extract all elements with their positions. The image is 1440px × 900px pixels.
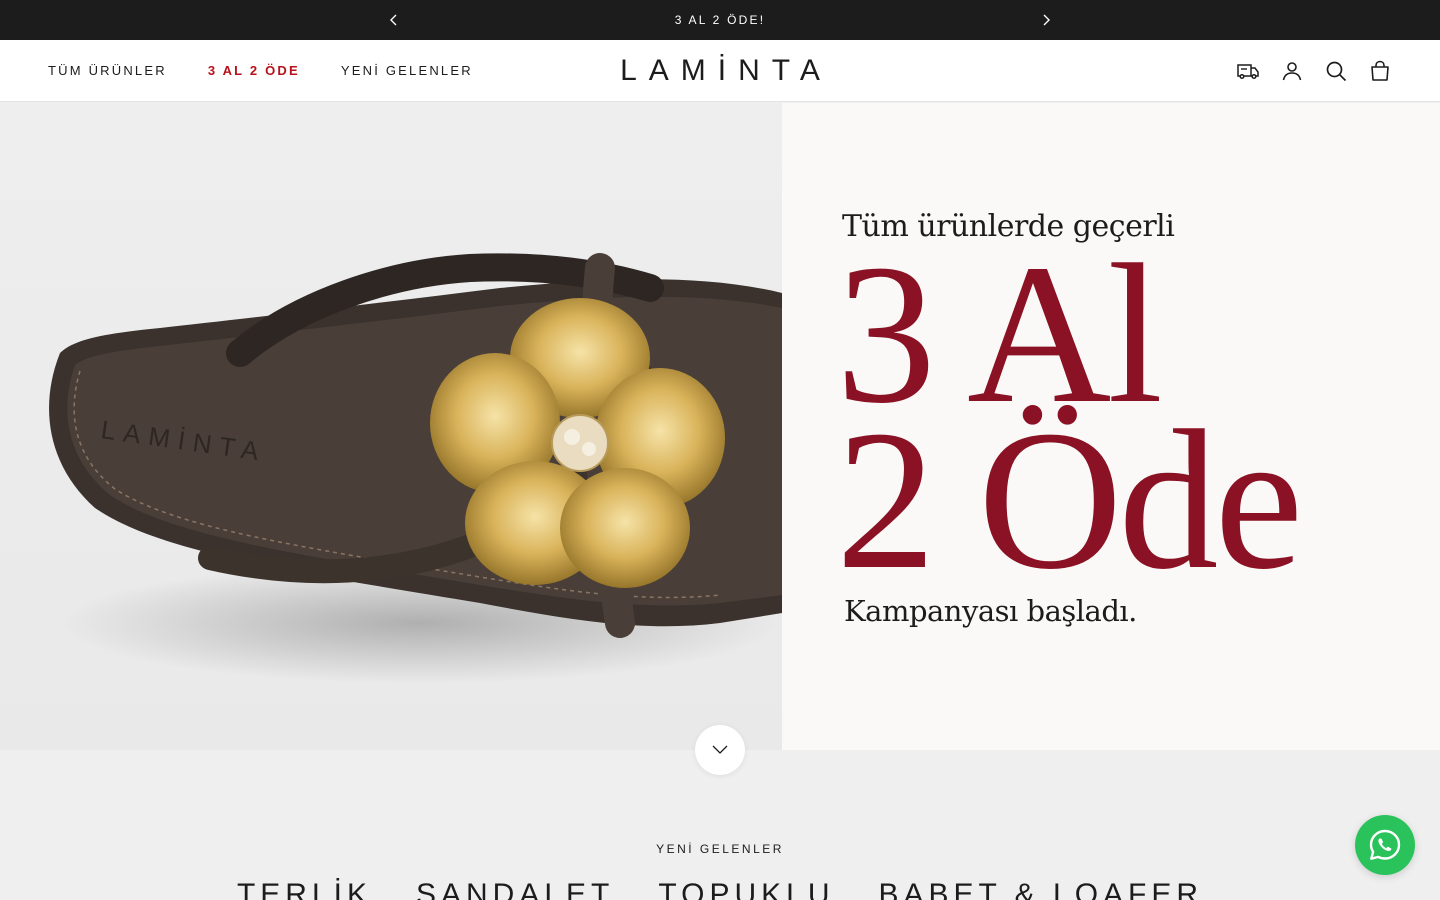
hero-promo-panel: Tüm ürünlerde geçerli 3 Al 2 Öde Kampany… (782, 103, 1440, 750)
new-arrivals-label: YENİ GELENLER (656, 842, 784, 856)
site-logo[interactable]: LAMİNTA (0, 54, 1440, 88)
delivery-truck-icon[interactable] (1236, 59, 1260, 83)
chevron-down-icon (712, 745, 728, 754)
account-icon[interactable] (1280, 59, 1304, 83)
promo-footer: Kampanyası başladı. (844, 594, 1137, 628)
hero-product-image: LAMİNTA (0, 103, 782, 750)
whatsapp-button[interactable] (1355, 815, 1415, 875)
category-slippers[interactable]: TERLİK (237, 878, 372, 900)
whatsapp-icon (1369, 829, 1401, 860)
scroll-down-button[interactable] (695, 725, 745, 775)
announcement-bar: 3 AL 2 ÖDE! (0, 0, 1440, 40)
header-actions (1236, 59, 1392, 83)
chevron-right-icon[interactable] (1036, 10, 1056, 30)
hero-banner[interactable]: LAMİNTA Tüm ürünlerde geçerli 3 Al 2 Öde… (0, 103, 1440, 750)
category-flats-loafers[interactable]: BABET & LOAFER (879, 878, 1204, 900)
site-header: TÜM ÜRÜNLER 3 AL 2 ÖDE YENİ GELENLER LAM… (0, 40, 1440, 102)
category-sandals[interactable]: SANDALET (416, 878, 614, 900)
shopping-bag-icon[interactable] (1368, 59, 1392, 83)
sandal-image: LAMİNTA (49, 253, 782, 683)
search-icon[interactable] (1324, 59, 1348, 83)
category-links: TERLİK SANDALET TOPUKLU BABET & LOAFER (0, 878, 1440, 900)
announcement-text: 3 AL 2 ÖDE! (674, 13, 766, 27)
promo-headline-line2: 2 Öde (836, 390, 1303, 611)
category-heels[interactable]: TOPUKLU (658, 878, 834, 900)
